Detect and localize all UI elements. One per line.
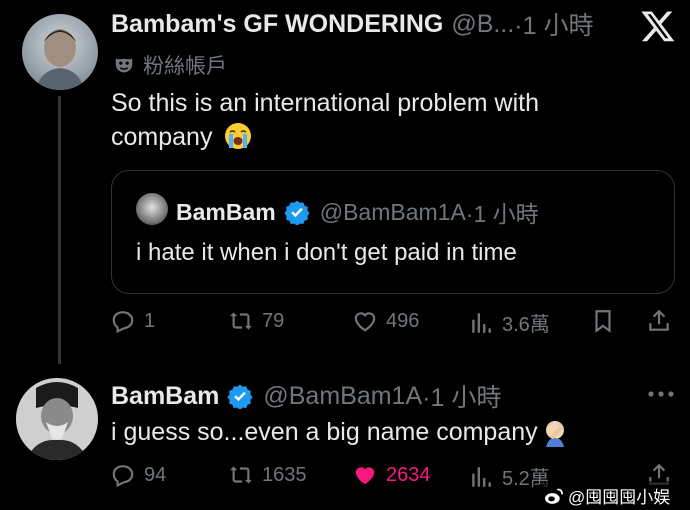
quoted-display-name[interactable]: BamBam xyxy=(176,199,276,226)
more-options-icon[interactable] xyxy=(646,384,676,404)
quoted-avatar[interactable] xyxy=(136,193,168,225)
reply-count: 1 xyxy=(144,309,156,332)
avatar-image xyxy=(16,378,98,460)
avatar-fan-account[interactable] xyxy=(22,14,98,90)
avatar-bambam[interactable] xyxy=(16,378,98,460)
reply-button[interactable]: 94 xyxy=(110,462,166,488)
tweet2-display-name[interactable]: BamBam xyxy=(111,382,219,411)
tweet1-text-line1: So this is an international problem with xyxy=(111,89,540,117)
tweet1-header: Bambam's GF WONDERING @B... ·1 小時 xyxy=(111,6,593,42)
tweet1-text: So this is an international problem with… xyxy=(111,86,651,154)
facepalm-icon xyxy=(545,421,564,447)
repost-button[interactable]: 1635 xyxy=(228,462,307,488)
views-icon xyxy=(472,466,491,487)
tweet1-display-name[interactable]: Bambam's GF WONDERING xyxy=(111,10,443,39)
like-count: 496 xyxy=(386,309,420,332)
verified-badge-icon xyxy=(284,199,310,226)
repost-button[interactable]: 79 xyxy=(228,308,284,334)
tweet2-text: i guess so...even a big name company xyxy=(111,417,570,447)
tweet1-action-bar: 1 79 496 3.6萬 xyxy=(0,308,690,342)
tweet1-time[interactable]: ·1 小時 xyxy=(514,6,593,42)
reply-count: 94 xyxy=(144,463,167,486)
tweet1-text-line2: company xyxy=(111,123,213,151)
quoted-time[interactable]: ·1 小時 xyxy=(466,195,539,229)
quoted-tweet-card[interactable]: BamBam @BamBam1A ·1 小時 i hate it when i … xyxy=(111,170,675,294)
account-label-row: 粉絲帳戶 xyxy=(113,50,227,80)
tweet2-text-content: i guess so...even a big name company xyxy=(111,417,538,446)
quoted-text: i hate it when i don't get paid in time xyxy=(136,239,517,266)
like-button[interactable]: 496 xyxy=(352,308,419,334)
weibo-watermark: @囤囤囤小娱 xyxy=(540,481,675,510)
heart-icon xyxy=(354,312,376,332)
mask-icon xyxy=(115,58,133,73)
views-icon xyxy=(472,312,491,333)
views-button[interactable]: 3.6萬 xyxy=(468,308,550,337)
tweet2-header: BamBam @BamBam1A ·1 小時 xyxy=(111,378,501,414)
account-label: 粉絲帳戶 xyxy=(143,55,227,78)
share-button[interactable] xyxy=(646,308,680,334)
repost-icon xyxy=(230,312,252,330)
crying-face-icon xyxy=(225,123,252,149)
tweet2-time[interactable]: ·1 小時 xyxy=(422,378,501,414)
like-button[interactable]: 2634 xyxy=(352,462,431,488)
reply-icon xyxy=(112,311,134,333)
quoted-header: BamBam @BamBam1A ·1 小時 xyxy=(176,195,539,229)
watermark-text: @囤囤囤小娱 xyxy=(568,488,671,507)
like-count: 2634 xyxy=(386,463,431,486)
bookmark-icon xyxy=(595,310,611,333)
reply-button[interactable]: 1 xyxy=(110,308,155,334)
tweet2-handle[interactable]: @BamBam1A xyxy=(263,382,422,411)
repost-count: 79 xyxy=(262,309,285,332)
views-button[interactable]: 5.2萬 xyxy=(468,462,550,491)
reply-icon xyxy=(112,465,134,487)
quoted-handle[interactable]: @BamBam1A xyxy=(320,199,466,226)
weibo-icon xyxy=(545,488,563,504)
avatar-image xyxy=(36,29,84,90)
repost-icon xyxy=(230,466,252,484)
tweet1-handle[interactable]: @B... xyxy=(451,10,514,39)
view-count: 3.6萬 xyxy=(502,314,550,336)
bookmark-button[interactable] xyxy=(590,308,624,334)
verified-badge-icon xyxy=(227,383,253,410)
repost-count: 1635 xyxy=(262,463,307,486)
heart-filled-icon xyxy=(355,467,375,485)
x-logo-icon[interactable] xyxy=(640,8,676,44)
share-icon xyxy=(649,309,669,331)
